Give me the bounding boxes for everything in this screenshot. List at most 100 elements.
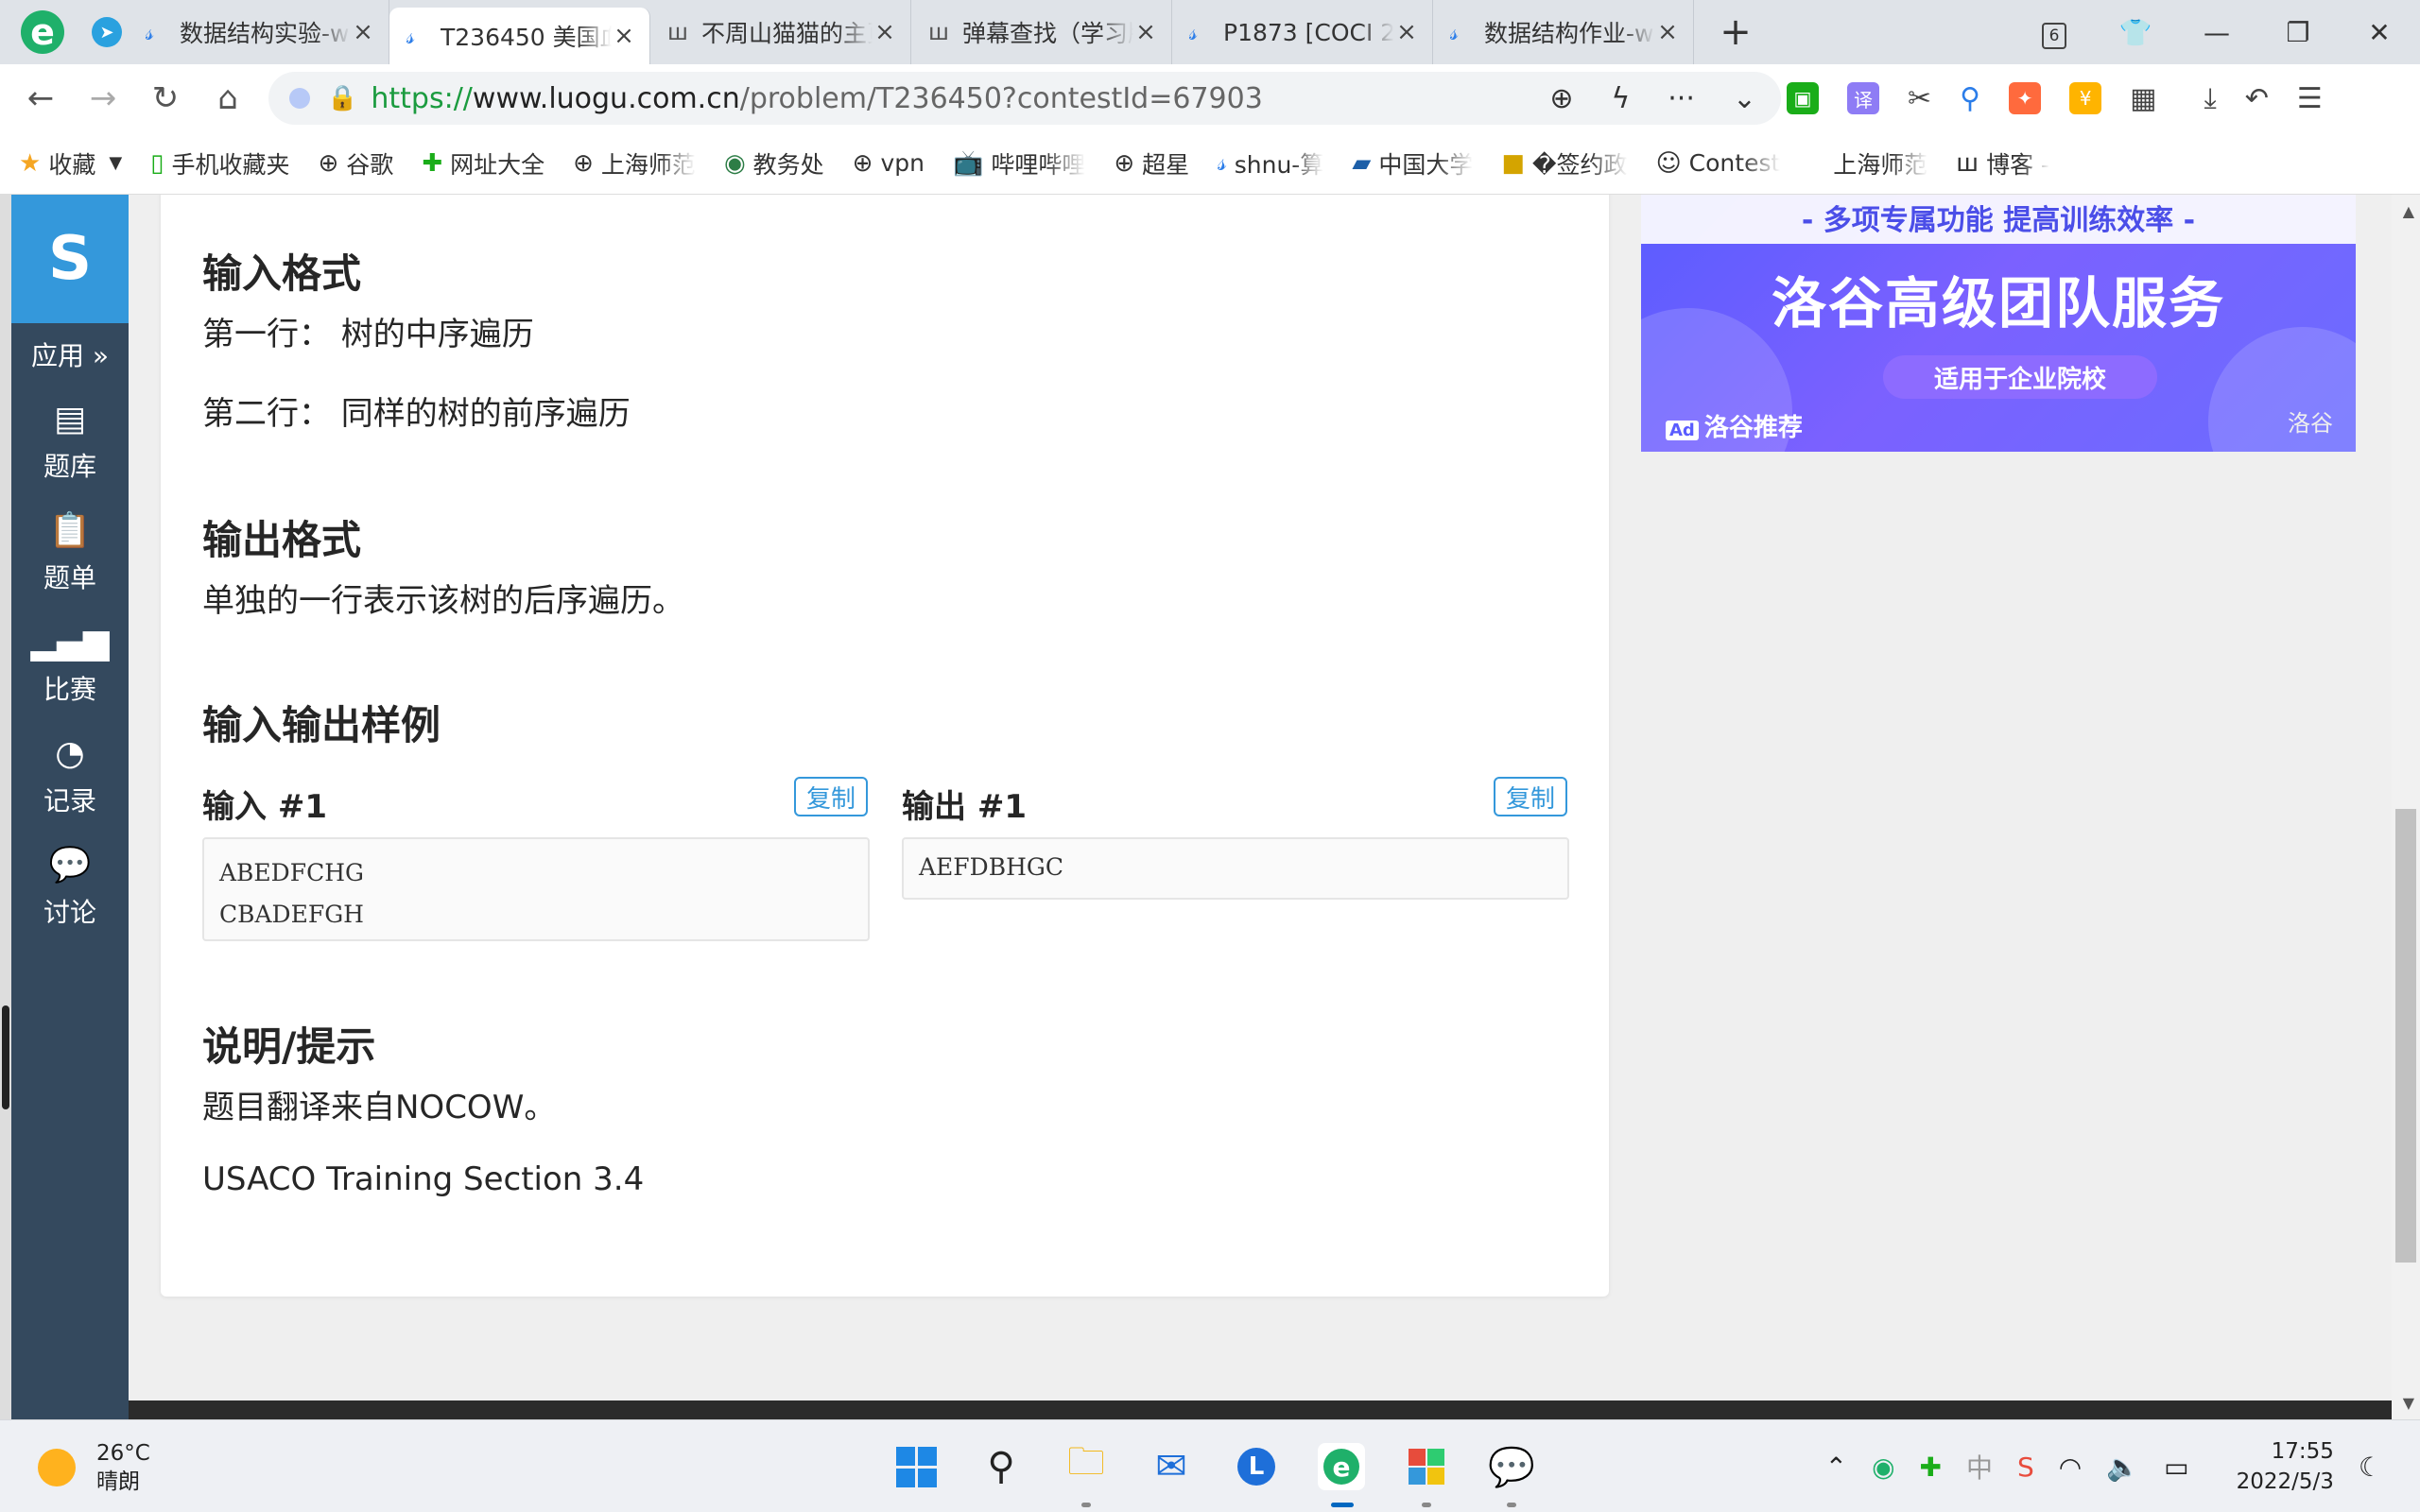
tab-5[interactable]: 𝓈 数据结构作业-w1 × bbox=[1433, 0, 1694, 64]
minimize-button[interactable]: — bbox=[2176, 17, 2257, 48]
scroll-up-arrow[interactable]: ▲ bbox=[2403, 202, 2414, 220]
ad-corner-text: 洛谷 bbox=[2288, 410, 2333, 437]
telegram-icon[interactable]: ➤ bbox=[85, 0, 129, 64]
zoom-icon[interactable]: ⊕ bbox=[1549, 82, 1573, 115]
tab-1[interactable]: 𝓈 T236450 美国血统 × bbox=[389, 8, 650, 64]
sidebar-item-problems[interactable]: ▤ 题库 bbox=[11, 386, 129, 497]
bookmark-item[interactable]: ★ 收藏 ▼ bbox=[19, 146, 122, 180]
download-icon[interactable]: ⤓ bbox=[2204, 82, 2216, 115]
page-scrollbar[interactable]: ▲ ▼ bbox=[2392, 195, 2420, 1419]
browser-taskbar-icon[interactable]: e bbox=[1318, 1443, 1365, 1507]
close-icon[interactable]: × bbox=[351, 18, 375, 46]
battery-icon[interactable]: ▭ bbox=[2164, 1452, 2188, 1483]
tab-4[interactable]: 𝓈 P1873 [COCI 2011 × bbox=[1172, 0, 1433, 64]
scissors-icon[interactable]: ✂ bbox=[1908, 82, 1931, 115]
close-icon[interactable]: × bbox=[612, 22, 636, 50]
tab-count-button[interactable]: 6 bbox=[2014, 16, 2095, 49]
sidebar-item-problem-sets[interactable]: 📋 题单 bbox=[11, 497, 129, 609]
weather-widget[interactable]: 26°C 晴朗 bbox=[38, 1439, 150, 1496]
more-icon[interactable]: ··· bbox=[1668, 82, 1695, 115]
tab-2[interactable]: ꟺ 不周山猫猫的主页 × bbox=[650, 0, 911, 64]
bookmark-item[interactable]: 📺 哔哩哔哩 bbox=[953, 146, 1085, 180]
tab-3[interactable]: ꟺ 弹幕查找（学习版） × bbox=[911, 0, 1172, 64]
menu-icon[interactable]: ☰ bbox=[2297, 82, 2323, 115]
forward-button[interactable]: → bbox=[72, 79, 134, 117]
chevron-up-icon[interactable]: ⌃ bbox=[1825, 1452, 1847, 1483]
bookmark-item[interactable]: ☺ Contest bbox=[1656, 149, 1781, 178]
scrollbar-thumb[interactable] bbox=[2395, 809, 2416, 1263]
scroll-down-arrow[interactable]: ▼ bbox=[2403, 1394, 2414, 1412]
sample-output-line: AEFDBHGC bbox=[919, 853, 1063, 881]
bookmark-item[interactable]: ⊕ vpn bbox=[853, 149, 925, 178]
moon-icon[interactable]: ☾ bbox=[2359, 1452, 2382, 1483]
pie-chart-icon: ◔ bbox=[55, 733, 85, 773]
sidebar-item-discuss[interactable]: 💬 讨论 bbox=[11, 832, 129, 943]
window-controls: 6 👕 — ❐ ✕ bbox=[2014, 0, 2420, 64]
sidebar-item-records[interactable]: ◔ 记录 bbox=[11, 720, 129, 832]
new-tab-button[interactable]: + bbox=[1707, 10, 1764, 54]
lenovo-icon[interactable]: L bbox=[1233, 1443, 1280, 1490]
secure-lock-icon[interactable]: 🔒 bbox=[327, 84, 357, 112]
ad-banner[interactable]: - 多项专属功能 提高训练效率 - 洛谷高级团队服务 适用于企业院校 Ad 洛谷推… bbox=[1641, 195, 2356, 452]
volume-icon[interactable]: 🔈 bbox=[2106, 1452, 2139, 1483]
copy-output-button[interactable]: 复制 bbox=[1494, 777, 1567, 816]
close-icon[interactable]: × bbox=[1394, 18, 1419, 46]
bookmark-item[interactable]: ◉ 教务处 bbox=[724, 146, 824, 180]
wifi-icon[interactable]: ◠ bbox=[2059, 1452, 2082, 1483]
chevron-down-icon[interactable]: ⌄ bbox=[1733, 82, 1756, 115]
bookmark-item[interactable]: ⊕ 上海师范 bbox=[573, 146, 696, 180]
office-icon[interactable] bbox=[1403, 1443, 1450, 1507]
tab-0[interactable]: 𝓈 数据结构实验-w5 × bbox=[129, 0, 389, 64]
bookmark-item[interactable]: ꟺ 博客 - bbox=[1956, 146, 2049, 180]
sample-input-box[interactable]: ABEDFCHG CBADEFGH bbox=[202, 837, 870, 941]
bookmark-item[interactable]: ▯ 手机收藏夹 bbox=[150, 146, 289, 180]
bookmark-item[interactable]: ✚ 网址大全 bbox=[422, 146, 544, 180]
start-button[interactable] bbox=[892, 1443, 940, 1490]
luogu-logo-icon[interactable]: ꓢ bbox=[11, 195, 129, 323]
restore-button[interactable]: ❐ bbox=[2257, 17, 2339, 48]
bookmark-item[interactable]: ▰ 中国大学 bbox=[1352, 146, 1473, 180]
home-button[interactable]: ⌂ bbox=[197, 79, 259, 117]
close-icon[interactable]: × bbox=[1133, 18, 1158, 46]
bilibili-icon: 📺 bbox=[952, 148, 984, 178]
site-info-icon[interactable] bbox=[289, 88, 310, 109]
search-extension-icon[interactable]: ⚲ bbox=[1960, 82, 1980, 115]
plus-tray-icon[interactable]: ✚ bbox=[1920, 1452, 1942, 1483]
undo-icon[interactable]: ↶ bbox=[2245, 82, 2269, 115]
bookmark-item[interactable]: 上海师范 bbox=[1808, 146, 1927, 180]
wps-icon[interactable]: S bbox=[2017, 1452, 2034, 1483]
bookmark-item[interactable]: ■ �签约政 bbox=[1501, 146, 1627, 180]
mail-icon[interactable]: ✉ bbox=[1148, 1443, 1195, 1490]
sample-input-label: 输入 #1 bbox=[202, 788, 327, 826]
sidebar-item-contests[interactable]: ▂▄▆ 比赛 bbox=[11, 609, 129, 720]
file-explorer-icon[interactable]: 🗀 bbox=[1063, 1440, 1110, 1507]
time: 17:55 bbox=[2271, 1439, 2334, 1464]
bookmark-item[interactable]: ⊕ 超星 bbox=[1114, 146, 1189, 180]
browser-tray-icon[interactable]: ◉ bbox=[1872, 1452, 1894, 1483]
apps-menu[interactable]: 应用 » bbox=[11, 323, 129, 386]
translate-extension-icon[interactable]: 译 bbox=[1847, 82, 1879, 114]
game-extension-icon[interactable]: ✦ bbox=[2009, 82, 2042, 114]
shield-extension-icon[interactable]: ¥ bbox=[2069, 82, 2102, 114]
browser-logo-icon[interactable]: e bbox=[0, 0, 85, 64]
close-icon[interactable]: × bbox=[1655, 18, 1680, 46]
bookmark-item[interactable]: ⊕ 谷歌 bbox=[319, 146, 394, 180]
apps-grid-icon[interactable]: ▦ bbox=[2130, 82, 2156, 115]
shirt-icon[interactable]: 👕 bbox=[2095, 17, 2176, 48]
copy-input-button[interactable]: 复制 bbox=[794, 777, 868, 816]
reload-button[interactable]: ↻ bbox=[134, 79, 197, 117]
lightning-icon[interactable]: ϟ bbox=[1611, 82, 1630, 115]
chevron-down-icon[interactable]: ▼ bbox=[109, 153, 122, 173]
close-icon[interactable]: × bbox=[873, 18, 897, 46]
sample-output-box[interactable]: AEFDBHGC bbox=[902, 837, 1569, 900]
ime-indicator[interactable]: 中 bbox=[1966, 1448, 1993, 1486]
address-bar[interactable]: 🔒 https:// www.luogu.com.cn /problem/T23… bbox=[268, 72, 1781, 125]
reader-extension-icon[interactable]: ▣ bbox=[1787, 82, 1819, 114]
wechat-icon[interactable]: 💬 bbox=[1488, 1443, 1535, 1507]
bookmark-item[interactable]: 𝓈 shnu-算 bbox=[1218, 146, 1323, 180]
back-button[interactable]: ← bbox=[9, 79, 72, 117]
resize-handle[interactable] bbox=[2, 1005, 9, 1109]
close-window-button[interactable]: ✕ bbox=[2339, 17, 2420, 48]
clock[interactable]: 17:55 2022/5/3 bbox=[2237, 1436, 2334, 1497]
search-icon[interactable]: ⚲ bbox=[977, 1443, 1025, 1490]
